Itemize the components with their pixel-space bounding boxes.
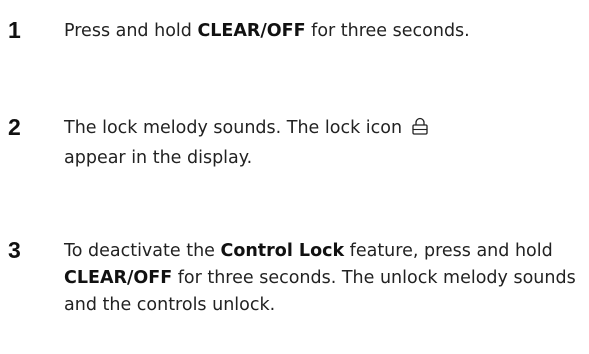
- lock-icon: [410, 116, 430, 145]
- step-number: 2: [8, 114, 21, 140]
- step-text-part: appear in the display.: [64, 148, 253, 168]
- step-text-part: Press and hold: [64, 21, 198, 41]
- feature-name: Control Lock: [220, 241, 345, 261]
- step-text-part: feature, press and hold: [344, 241, 553, 261]
- step-text-part: for three seconds.: [305, 21, 470, 41]
- step-text-part: The lock melody sounds. The lock icon: [64, 118, 403, 138]
- step-text: The lock melody sounds. The lock icon ap…: [64, 115, 584, 172]
- key-name: CLEAR/OFF: [64, 268, 173, 288]
- step-text-part: To deactivate the: [64, 241, 221, 261]
- step-number: 3: [8, 237, 21, 263]
- step-text: Press and hold CLEAR/OFF for three secon…: [64, 18, 584, 45]
- step-text: To deactivate the Control Lock feature, …: [64, 238, 584, 319]
- key-name: CLEAR/OFF: [197, 21, 306, 41]
- step-number: 1: [8, 17, 21, 43]
